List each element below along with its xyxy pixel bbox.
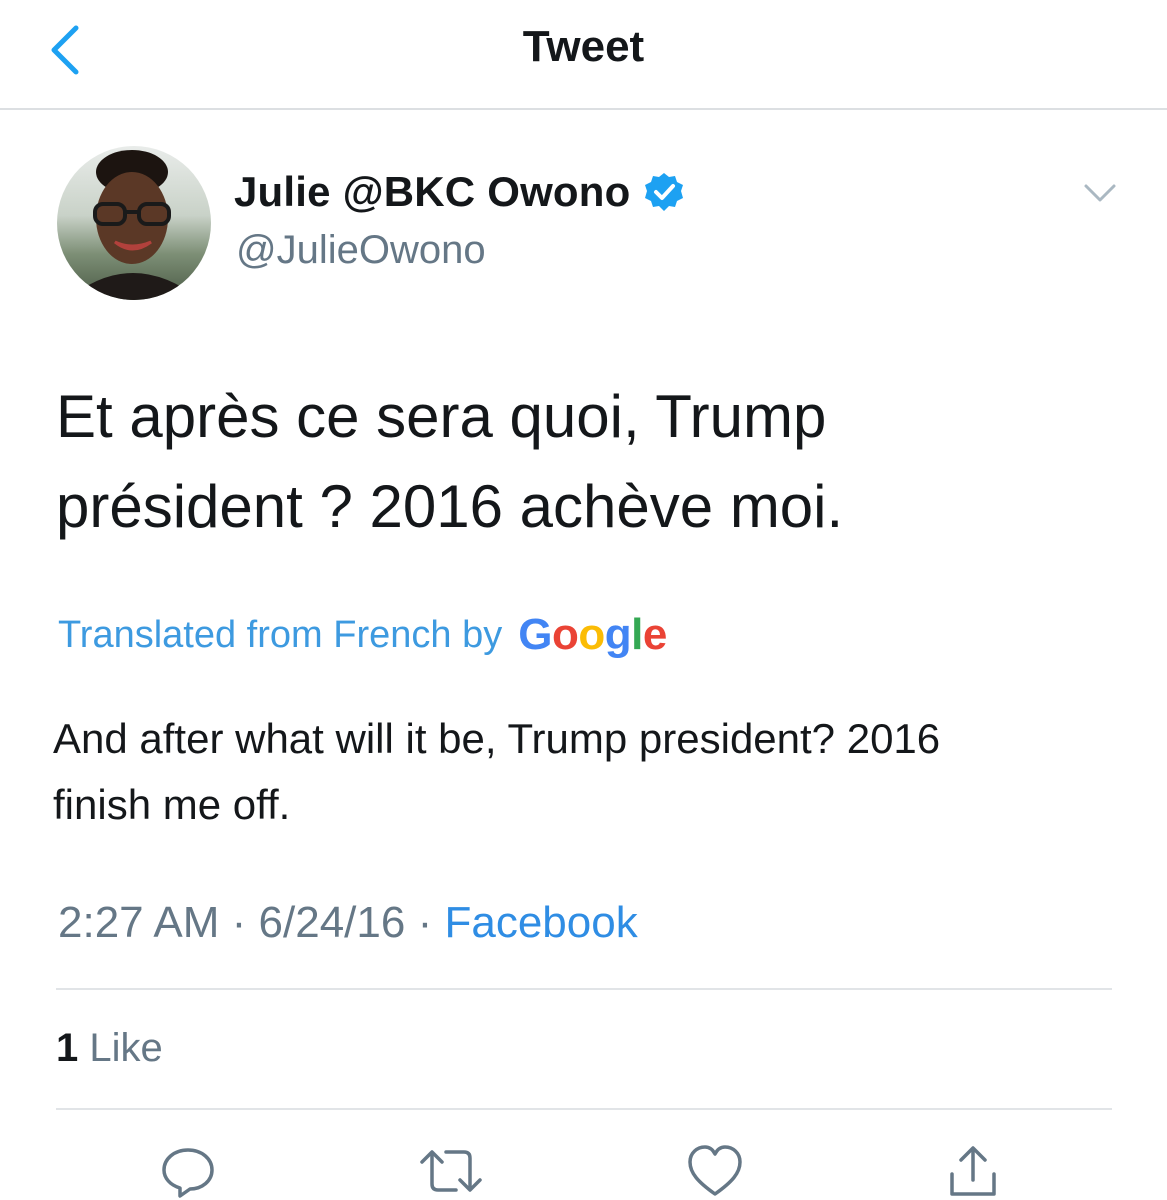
likes-label: Like	[89, 1026, 163, 1070]
top-nav-bar: Tweet	[0, 0, 1167, 110]
likes-count: 1	[56, 1026, 79, 1070]
author-name-row: Julie @BKC Owono	[234, 168, 685, 216]
reply-button[interactable]	[158, 1142, 218, 1200]
divider	[56, 1108, 1112, 1110]
chevron-down-icon	[1084, 184, 1116, 202]
tweet-text: Et après ce sera quoi, Trump président ?…	[56, 372, 1116, 552]
tweet-date: 6/24/16	[258, 898, 406, 947]
tweet-source-link[interactable]: Facebook	[444, 898, 637, 947]
heart-icon	[688, 1145, 742, 1196]
reply-icon	[162, 1148, 214, 1198]
google-logo: Google	[518, 610, 667, 659]
avatar-image	[57, 146, 211, 300]
user-handle[interactable]: @JulieOwono	[236, 228, 486, 273]
tweet-text-line: président ? 2016 achève moi.	[56, 473, 844, 540]
tweet-menu-button[interactable]	[1080, 178, 1120, 208]
share-button[interactable]	[944, 1142, 1004, 1200]
like-button[interactable]	[686, 1142, 746, 1200]
meta-separator: ·	[219, 898, 259, 947]
retweet-icon	[420, 1150, 482, 1192]
translation-attribution: Translated from French by Google	[58, 610, 667, 660]
translated-label: Translated from French by	[58, 613, 503, 656]
translated-text: And after what will it be, Trump preside…	[53, 706, 1103, 838]
retweet-button[interactable]	[418, 1142, 482, 1200]
divider	[56, 988, 1112, 990]
tweet-time: 2:27 AM	[58, 898, 220, 947]
verified-badge-icon	[643, 171, 685, 213]
page-title: Tweet	[522, 22, 645, 71]
meta-separator: ·	[405, 898, 445, 947]
translated-text-line: And after what will it be, Trump preside…	[53, 715, 941, 762]
avatar[interactable]	[57, 146, 211, 300]
likes-count-row[interactable]: 1 Like	[56, 1026, 163, 1071]
display-name[interactable]: Julie @BKC Owono	[234, 168, 631, 216]
tweet-metadata: 2:27 AM · 6/24/16 · Facebook	[58, 898, 638, 948]
tweet-text-line: Et après ce sera quoi, Trump	[56, 383, 827, 450]
translated-text-line: finish me off.	[53, 781, 291, 828]
share-icon	[950, 1146, 996, 1196]
